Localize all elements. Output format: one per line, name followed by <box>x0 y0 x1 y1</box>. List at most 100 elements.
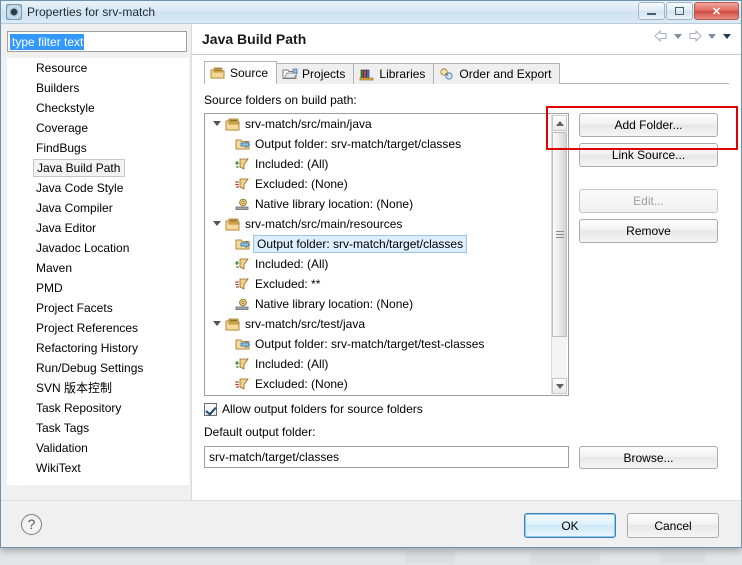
projects-icon <box>282 68 298 79</box>
source-action-buttons: Add Folder... Link Source... Edit... Rem… <box>579 113 719 249</box>
tree-row[interactable]: srv-match/src/main/resources <box>205 214 568 234</box>
browse-button[interactable]: Browse... <box>579 446 718 469</box>
tree-row[interactable]: Output folder: srv-match/target/test-cla… <box>205 334 568 354</box>
tree-row-label: Output folder: srv-match/target/test-cla… <box>255 337 485 351</box>
sidebar-item-builders[interactable]: Builders <box>7 78 189 98</box>
allow-output-folders-checkbox[interactable] <box>204 402 217 416</box>
expander-icon[interactable] <box>211 318 223 330</box>
sidebar-item-label: SVN 版本控制 <box>36 381 113 395</box>
view-menu-chevron-down-icon[interactable] <box>723 33 731 39</box>
output-folder-icon <box>235 339 251 349</box>
add-folder-button[interactable]: Add Folder... <box>579 113 718 137</box>
order-export-icon <box>440 68 454 80</box>
page-content-panel: Java Build Path Source Projects Librarie… <box>191 24 741 500</box>
sidebar-item-project-facets[interactable]: Project Facets <box>7 298 189 318</box>
sidebar-item-validation[interactable]: Validation <box>7 438 189 458</box>
sidebar-item-coverage[interactable]: Coverage <box>7 118 189 138</box>
forward-dropdown-chevron-down-icon[interactable] <box>708 33 716 39</box>
sidebar-item-java-code-style[interactable]: Java Code Style <box>7 178 189 198</box>
source-folders-label-text: Source folders on build path: <box>204 93 357 107</box>
native-library-icon <box>235 298 249 310</box>
remove-button[interactable]: Remove <box>579 219 718 243</box>
link-source-button[interactable]: Link Source... <box>579 143 718 167</box>
sidebar-item-javadoc-location[interactable]: Javadoc Location <box>7 238 189 258</box>
tree-row-label: srv-match/src/main/java <box>245 117 372 131</box>
tree-row[interactable]: Excluded: ** <box>205 274 568 294</box>
sidebar-item-task-repository[interactable]: Task Repository <box>7 398 189 418</box>
exclude-filter-icon <box>235 178 249 190</box>
sidebar-item-maven[interactable]: Maven <box>7 258 189 278</box>
output-folder-icon <box>235 139 251 149</box>
tree-row[interactable]: Native library location: (None) <box>205 294 568 314</box>
expander-icon[interactable] <box>211 118 223 130</box>
cancel-button[interactable]: Cancel <box>627 513 719 538</box>
filter-input[interactable]: type filter text <box>7 31 187 52</box>
tab-libraries[interactable]: Libraries <box>353 63 435 84</box>
sidebar-item-refactoring-history[interactable]: Refactoring History <box>7 338 189 358</box>
tab-order-and-export[interactable]: Order and Export <box>433 63 561 84</box>
expander-icon[interactable] <box>211 218 223 230</box>
ok-button[interactable]: OK <box>524 513 616 538</box>
source-folders-label: Source folders on build path: <box>204 93 357 107</box>
page-header: Java Build Path <box>192 24 741 55</box>
scrollbar-thumb[interactable] <box>552 132 567 337</box>
backdrop-blob <box>405 551 455 563</box>
sidebar-item-project-references[interactable]: Project References <box>7 318 189 338</box>
allow-output-folders-row[interactable]: Allow output folders for source folders <box>204 402 423 416</box>
help-icon[interactable]: ? <box>21 514 42 535</box>
tab-projects[interactable]: Projects <box>276 63 355 84</box>
scroll-down-button[interactable] <box>552 378 567 394</box>
tab-source[interactable]: Source <box>204 61 278 84</box>
sidebar-item-label: Java Editor <box>36 221 97 235</box>
dialog-titlebar[interactable]: Properties for srv-match ✕ <box>1 1 741 24</box>
back-arrow-icon[interactable] <box>653 28 669 44</box>
tab-label: Order and Export <box>459 67 552 81</box>
tree-row-selected[interactable]: Output folder: srv-match/target/classes <box>205 234 568 254</box>
libraries-icon <box>360 69 374 81</box>
tree-row[interactable]: srv-match/src/main/java <box>205 114 568 134</box>
forward-arrow-icon[interactable] <box>687 28 703 44</box>
settings-nav-tree[interactable]: Resource Builders Checkstyle Coverage Fi… <box>7 58 189 485</box>
sidebar-item-java-build-path[interactable]: Java Build Path <box>7 158 189 178</box>
tree-row[interactable]: Included: (All) <box>205 354 568 374</box>
sidebar-item-task-tags[interactable]: Task Tags <box>7 418 189 438</box>
sidebar-item-pmd[interactable]: PMD <box>7 278 189 298</box>
default-output-folder-input[interactable]: srv-match/target/classes <box>204 446 569 468</box>
native-library-icon <box>235 198 249 210</box>
include-filter-icon <box>235 258 249 270</box>
source-folders-tree[interactable]: srv-match/src/main/java Output folder: s… <box>204 113 569 396</box>
tree-row[interactable]: srv-match/src/test/java <box>205 314 568 334</box>
back-dropdown-chevron-down-icon[interactable] <box>674 33 682 39</box>
tree-row-label: Excluded: (None) <box>255 177 348 191</box>
tree-row[interactable]: Excluded: (None) <box>205 174 568 194</box>
close-button[interactable]: ✕ <box>694 2 739 20</box>
sidebar-item-run-debug-settings[interactable]: Run/Debug Settings <box>7 358 189 378</box>
sidebar-item-svn[interactable]: SVN 版本控制 <box>7 378 189 398</box>
tree-scrollbar[interactable] <box>551 115 567 394</box>
sidebar-item-findbugs[interactable]: FindBugs <box>7 138 189 158</box>
dialog-title: Properties for srv-match <box>27 5 156 19</box>
properties-dialog: Properties for srv-match ✕ type filter t… <box>0 0 742 548</box>
tree-row[interactable]: Included: (All) <box>205 254 568 274</box>
scroll-up-arrow-icon <box>555 120 564 126</box>
maximize-button[interactable] <box>666 2 693 20</box>
sidebar-item-label: Maven <box>36 261 73 275</box>
tree-row[interactable]: Native library location: (None) <box>205 194 568 214</box>
sidebar-item-label: Resource <box>36 61 88 75</box>
tree-row-label: Included: (All) <box>255 157 329 171</box>
scroll-up-button[interactable] <box>552 115 567 131</box>
tree-row[interactable]: Output folder: srv-match/target/classes <box>205 134 568 154</box>
sidebar-item-java-compiler[interactable]: Java Compiler <box>7 198 189 218</box>
sidebar-item-wikitext[interactable]: WikiText <box>7 458 189 478</box>
edit-button: Edit... <box>579 189 718 213</box>
sidebar-item-resource[interactable]: Resource <box>7 58 189 78</box>
sidebar-item-label: Run/Debug Settings <box>36 361 144 375</box>
sidebar-item-java-editor[interactable]: Java Editor <box>7 218 189 238</box>
tree-row-label: srv-match/src/main/resources <box>245 217 403 231</box>
minimize-button[interactable] <box>638 2 665 20</box>
sidebar-item-checkstyle[interactable]: Checkstyle <box>7 98 189 118</box>
page-header-nav <box>653 28 733 44</box>
tree-row[interactable]: Included: (All) <box>205 154 568 174</box>
exclude-filter-icon <box>235 378 249 390</box>
tree-row[interactable]: Excluded: (None) <box>205 374 568 394</box>
